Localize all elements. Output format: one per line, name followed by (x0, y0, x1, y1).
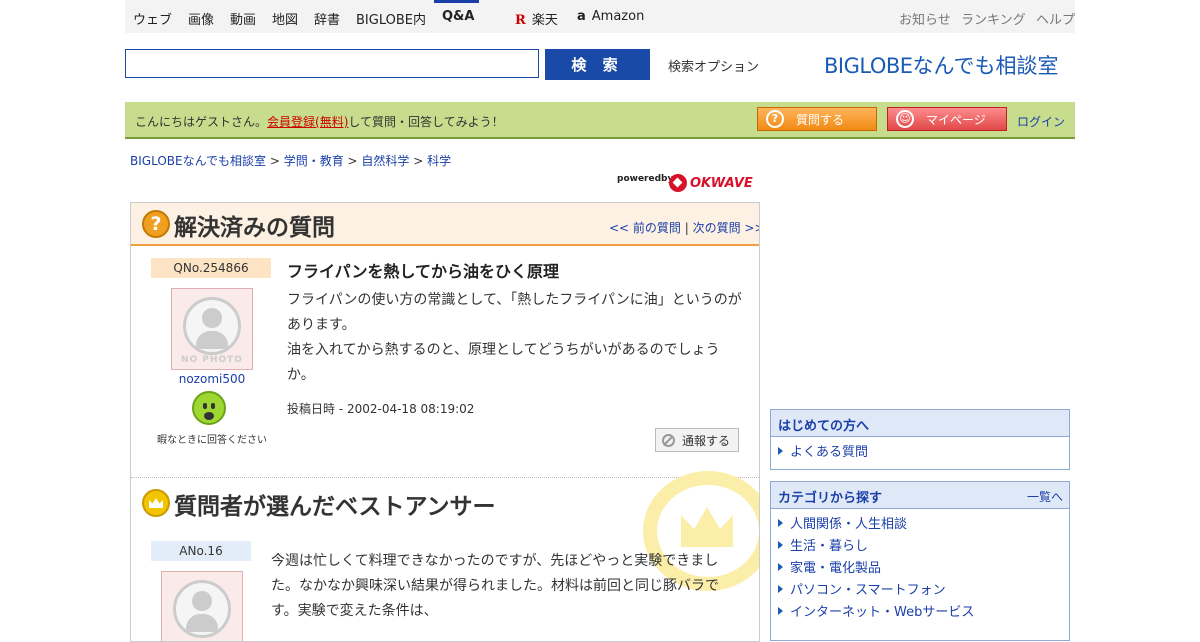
amazon-logo-icon: a (577, 9, 586, 24)
user-status-text: 暇なときに回答ください (157, 435, 267, 446)
brand-biglobe: BIGLOBE (824, 54, 913, 78)
category-label: インターネット・Webサービス (790, 605, 975, 620)
nav-video[interactable]: 動画 (230, 9, 256, 28)
breadcrumb-natural-science[interactable]: 自然科学 (361, 154, 409, 168)
category-item[interactable]: パソコン・スマートフォン (778, 580, 1069, 602)
nav-help[interactable]: ヘルプ (1036, 9, 1075, 28)
nav-news[interactable]: お知らせ (899, 9, 951, 28)
category-list-link[interactable]: 一覧へ (1027, 488, 1063, 505)
nav-amazon[interactable]: a Amazon (577, 9, 644, 24)
search-input[interactable] (125, 49, 539, 78)
register-link[interactable]: 会員登録(無料) (267, 115, 348, 129)
question-pager: << 前の質問 | 次の質問 >> (609, 219, 759, 236)
category-item[interactable]: 家電・電化製品 (778, 558, 1069, 580)
answer-number: ANo.16 (151, 541, 251, 561)
smile-icon: ☺ (896, 110, 914, 128)
nav-ranking[interactable]: ランキング (961, 9, 1026, 28)
question-panel-header: ? 解決済みの質問 << 前の質問 | 次の質問 >> (131, 203, 759, 246)
crown-icon (142, 489, 170, 517)
triangle-right-icon (778, 607, 783, 615)
nav-map[interactable]: 地図 (272, 9, 298, 28)
active-tab-indicator (434, 0, 479, 3)
triangle-right-icon (778, 563, 783, 571)
category-title: カテゴリから探す (778, 491, 883, 506)
question-title: フライパンを熱してから油をひく原理 (287, 262, 560, 281)
faq-link[interactable]: よくある質問 (778, 442, 1069, 464)
question-body: フライパンの使い方の常識として、「熱したフライパンに油」というのがあります。 油… (287, 292, 742, 383)
powered-by-label: poweredby (617, 174, 674, 184)
category-item[interactable]: インターネット・Webサービス (778, 602, 1069, 624)
report-label: 通報する (682, 433, 731, 448)
greeting-suffix: して質問・回答してみよう！ (348, 115, 504, 129)
nav-rakuten[interactable]: R 楽天 (515, 9, 558, 28)
category-label: 家電・電化製品 (790, 561, 882, 576)
mypage-button[interactable]: ☺ マイページ (887, 107, 1007, 131)
category-box: カテゴリから探す 一覧へ 人間関係・人生相談 生活・暮らし 家電・電化製品 パソ… (770, 481, 1070, 641)
best-answer-title: 質問者が選んだベストアンサー (174, 494, 496, 520)
okwave-logo[interactable]: OKWAVE (669, 173, 753, 193)
rakuten-label: 楽天 (531, 13, 558, 28)
category-label: 生活・暮らし (790, 539, 869, 554)
nav-images[interactable]: 画像 (188, 9, 214, 28)
search-button[interactable]: 検 索 (545, 49, 650, 80)
question-posted-date: 投稿日時 - 2002-04-18 08:19:02 (287, 402, 475, 416)
greeting-message: こんにちはゲストさん。会員登録(無料)して質問・回答してみよう！ (135, 113, 504, 130)
user-silhouette-icon (173, 580, 231, 638)
question-mark-icon: ? (766, 110, 784, 128)
prohibited-icon (662, 433, 675, 447)
breadcrumb-home[interactable]: BIGLOBEなんでも相談室 (130, 154, 266, 168)
site-logo[interactable]: BIGLOBEなんでも相談室 (824, 50, 1058, 80)
nav-web[interactable]: ウェブ (133, 9, 172, 28)
breadcrumb-academics[interactable]: 学問・教育 (284, 154, 344, 168)
first-time-box: はじめての方へ よくある質問 (770, 409, 1070, 470)
triangle-right-icon (778, 585, 783, 593)
ask-question-label: 質問する (796, 112, 845, 127)
okwave-heart-icon (669, 174, 687, 192)
breadcrumb-science[interactable]: 科学 (427, 154, 451, 168)
triangle-right-icon (778, 541, 783, 549)
avatar[interactable]: NO PHOTO (171, 288, 253, 370)
triangle-right-icon (778, 519, 783, 527)
question-panel: ? 解決済みの質問 << 前の質問 | 次の質問 >> QNo.254866 N… (130, 202, 760, 642)
category-item[interactable]: 人間関係・人生相談 (778, 514, 1069, 536)
breadcrumb: BIGLOBEなんでも相談室 > 学問・教育 > 自然科学 > 科学 (130, 154, 452, 168)
rakuten-logo-icon: R (515, 13, 526, 28)
nav-dictionary[interactable]: 辞書 (314, 9, 340, 28)
first-time-title: はじめての方へ (771, 410, 1069, 437)
question-number: QNo.254866 (151, 258, 271, 278)
nav-biglobe[interactable]: BIGLOBE内 (356, 9, 426, 28)
user-silhouette-icon (183, 297, 241, 355)
ask-question-button[interactable]: ? 質問する (757, 107, 877, 131)
next-question-link[interactable]: 次の質問 >> (693, 221, 759, 235)
category-header: カテゴリから探す 一覧へ (771, 482, 1069, 509)
category-label: 人間関係・人生相談 (790, 517, 908, 532)
top-nav: ウェブ 画像 動画 地図 辞書 BIGLOBE内 Q&A R 楽天 a Amazon… (125, 0, 1075, 33)
brand-name: なんでも相談室 (912, 54, 1059, 78)
status-face-icon (192, 391, 226, 425)
nav-qa[interactable]: Q&A (442, 9, 474, 24)
search-options-link[interactable]: 検索オプション (668, 56, 759, 75)
category-item[interactable]: 生活・暮らし (778, 536, 1069, 558)
questioner-name[interactable]: nozomi500 (151, 372, 273, 386)
resolved-section-title: 解決済みの質問 (174, 215, 335, 241)
category-label: パソコン・スマートフォン (790, 583, 946, 598)
greeting-prefix: こんにちはゲストさん。 (135, 115, 268, 129)
report-button[interactable]: 通報する (655, 428, 739, 452)
section-divider (131, 477, 759, 478)
faq-label: よくある質問 (790, 445, 869, 460)
okwave-wordmark: OKWAVE (690, 175, 753, 191)
mypage-label: マイページ (926, 112, 986, 127)
question-mark-icon: ? (142, 210, 170, 238)
no-photo-label: NO PHOTO (181, 355, 243, 365)
triangle-right-icon (778, 447, 783, 455)
amazon-label: Amazon (591, 9, 645, 24)
best-answer-body: 今週は忙しくて料理できなかったのですが、先ほどやっと実験できました。なかなか興味… (271, 553, 719, 619)
greeting-bar: こんにちはゲストさん。会員登録(無料)して質問・回答してみよう！ ? 質問する … (125, 102, 1075, 139)
prev-question-link[interactable]: << 前の質問 (609, 221, 681, 235)
answerer-avatar[interactable] (161, 571, 243, 641)
login-link[interactable]: ログイン (1017, 113, 1065, 130)
